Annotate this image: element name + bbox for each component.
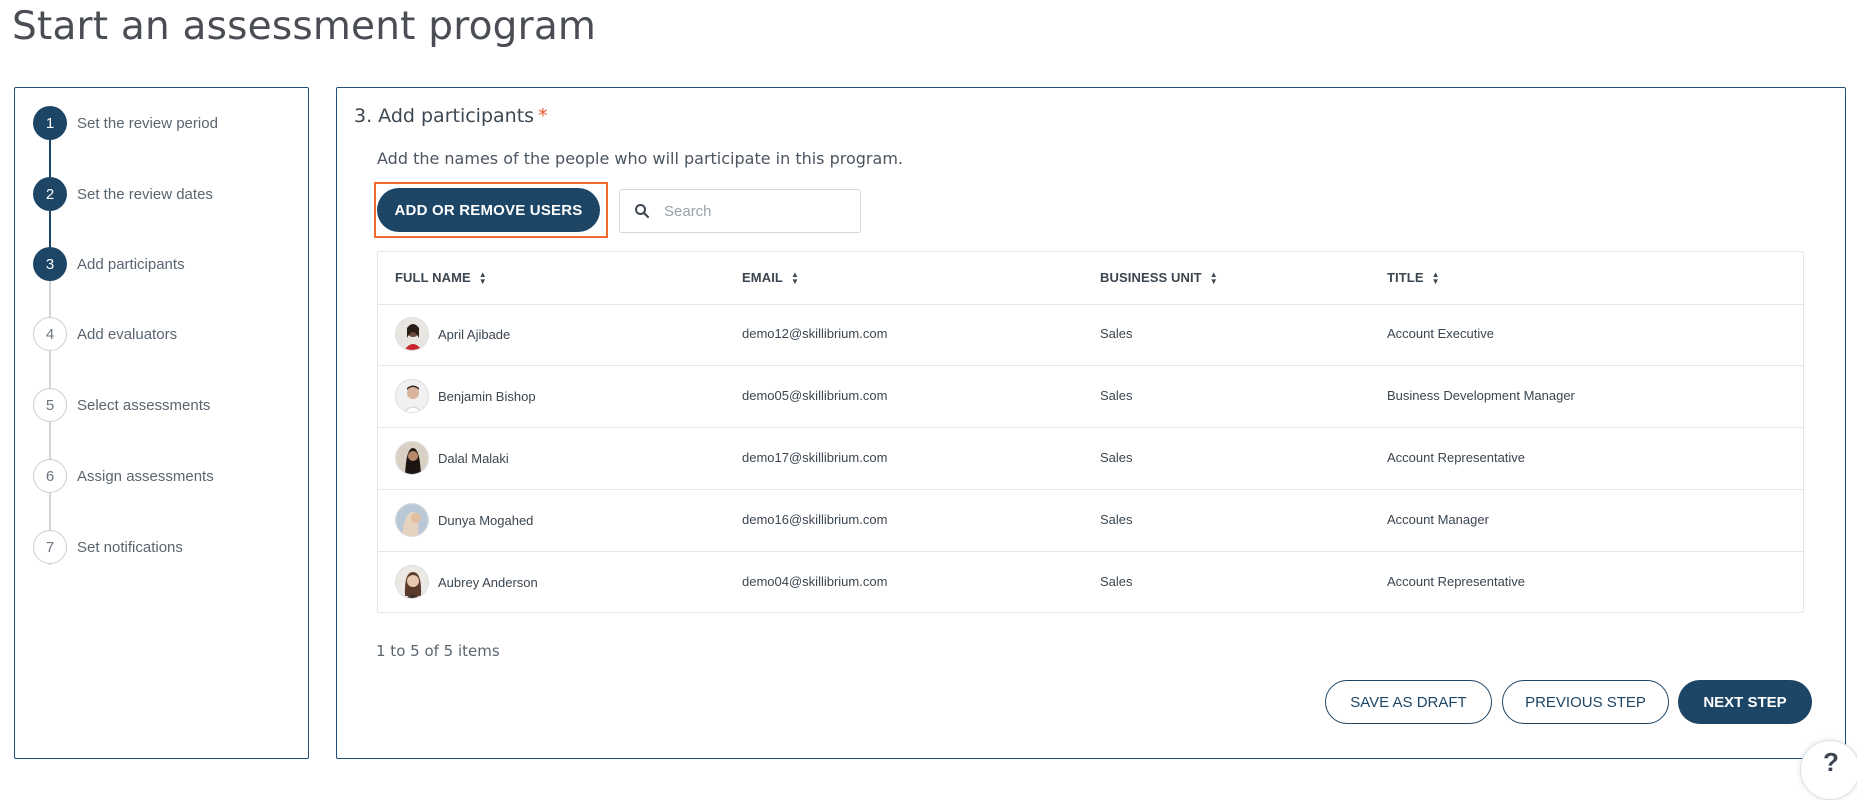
step-number: 5 [33, 388, 67, 422]
step-number: 7 [33, 530, 67, 564]
step-label: Set notifications [77, 538, 183, 556]
step-5[interactable]: 5 Select assessments [33, 387, 210, 423]
section-title-text: 3. Add participants [354, 105, 535, 127]
email-cell: demo05@skillibrium.com [742, 388, 888, 403]
sort-icon[interactable]: ▲ ▼ [1210, 270, 1218, 285]
table-row[interactable]: Dunya Mogahed demo16@skillibrium.com Sal… [378, 491, 1803, 552]
next-step-button[interactable]: NEXT STEP [1678, 680, 1812, 724]
participant-name: Dalal Malaki [438, 450, 509, 466]
title-cell: Account Representative [1387, 574, 1526, 589]
required-mark: * [538, 105, 548, 127]
step-3-current[interactable]: 3 Add participants [33, 246, 185, 282]
step-label: Add participants [77, 255, 185, 273]
column-label: TITLE [1387, 270, 1424, 285]
avatar [395, 503, 429, 537]
pagination-summary: 1 to 5 of 5 items [376, 642, 500, 660]
column-label: EMAIL [742, 270, 783, 285]
email-cell: demo04@skillibrium.com [742, 574, 888, 589]
business-unit-cell: Sales [1100, 450, 1133, 465]
add-remove-users-button[interactable]: ADD OR REMOVE USERS [377, 188, 600, 232]
table-row[interactable]: Dalal Malaki demo17@skillibrium.com Sale… [378, 429, 1803, 490]
previous-step-button[interactable]: PREVIOUS STEP [1502, 680, 1669, 724]
title-cell: Account Manager [1387, 512, 1489, 527]
step-label: Select assessments [77, 396, 211, 414]
business-unit-cell: Sales [1100, 388, 1133, 403]
avatar [395, 441, 429, 475]
participant-name: Benjamin Bishop [438, 388, 536, 404]
table-row[interactable]: April Ajibade demo12@skillibrium.com Sal… [378, 305, 1803, 366]
sort-icon[interactable]: ▲ ▼ [791, 270, 799, 285]
business-unit-cell: Sales [1100, 512, 1133, 527]
column-header-full-name[interactable]: FULL NAME ▲ ▼ [395, 270, 487, 285]
sort-icon[interactable]: ▲ ▼ [479, 270, 487, 285]
step-4[interactable]: 4 Add evaluators [33, 316, 177, 352]
step-number: 3 [33, 247, 67, 281]
title-cell: Business Development Manager [1387, 388, 1575, 403]
step-label: Set the review period [77, 114, 218, 132]
participant-name: Aubrey Anderson [438, 574, 538, 590]
participants-panel: 3. Add participants * Add the names of th… [336, 87, 1846, 759]
search-input[interactable] [662, 201, 846, 221]
table-header: FULL NAME ▲ ▼ EMAIL ▲ ▼ BUSINESS UNIT ▲ ▼ T… [378, 252, 1803, 305]
step-2[interactable]: 2 Set the review dates [33, 176, 213, 212]
full-name-cell: Aubrey Anderson [395, 565, 538, 599]
full-name-cell: Benjamin Bishop [395, 379, 536, 413]
full-name-cell: Dunya Mogahed [395, 503, 533, 537]
step-1[interactable]: 1 Set the review period [33, 105, 218, 141]
search-box[interactable] [619, 189, 861, 233]
avatar [395, 317, 429, 351]
step-number: 2 [33, 177, 67, 211]
page-title: Start an assessment program [12, 4, 597, 49]
step-number: 4 [33, 317, 67, 351]
step-number: 1 [33, 106, 67, 140]
business-unit-cell: Sales [1100, 574, 1133, 589]
full-name-cell: Dalal Malaki [395, 441, 509, 475]
email-cell: demo17@skillibrium.com [742, 450, 888, 465]
email-cell: demo16@skillibrium.com [742, 512, 888, 527]
table-row[interactable]: Aubrey Anderson demo04@skillibrium.com S… [378, 553, 1803, 614]
search-icon [635, 204, 650, 219]
section-title: 3. Add participants * [354, 105, 548, 127]
email-cell: demo12@skillibrium.com [742, 326, 888, 341]
column-label: FULL NAME [395, 270, 471, 285]
column-header-business-unit[interactable]: BUSINESS UNIT ▲ ▼ [1100, 270, 1218, 285]
title-cell: Account Executive [1387, 326, 1494, 341]
avatar [395, 565, 429, 599]
section-description: Add the names of the people who will par… [377, 149, 903, 168]
column-header-email[interactable]: EMAIL ▲ ▼ [742, 270, 799, 285]
participant-name: April Ajibade [438, 326, 511, 342]
stepper-panel: 1 Set the review period 2 Set the review… [14, 87, 309, 759]
business-unit-cell: Sales [1100, 326, 1133, 341]
step-label: Assign assessments [77, 467, 214, 485]
table-row[interactable]: Benjamin Bishop demo05@skillibrium.com S… [378, 367, 1803, 428]
avatar [395, 379, 429, 413]
participants-table: FULL NAME ▲ ▼ EMAIL ▲ ▼ BUSINESS UNIT ▲ ▼ T… [377, 251, 1804, 613]
step-label: Add evaluators [77, 325, 178, 343]
sort-icon[interactable]: ▲ ▼ [1432, 270, 1440, 285]
step-7[interactable]: 7 Set notifications [33, 529, 183, 565]
help-button[interactable]: ? [1800, 740, 1857, 800]
step-6[interactable]: 6 Assign assessments [33, 458, 214, 494]
full-name-cell: April Ajibade [395, 317, 510, 351]
save-as-draft-button[interactable]: SAVE AS DRAFT [1325, 680, 1492, 724]
title-cell: Account Representative [1387, 450, 1526, 465]
column-header-title[interactable]: TITLE ▲ ▼ [1387, 270, 1440, 285]
participant-name: Dunya Mogahed [438, 512, 534, 528]
step-label: Set the review dates [77, 185, 213, 203]
column-label: BUSINESS UNIT [1100, 270, 1202, 285]
step-number: 6 [33, 459, 67, 493]
